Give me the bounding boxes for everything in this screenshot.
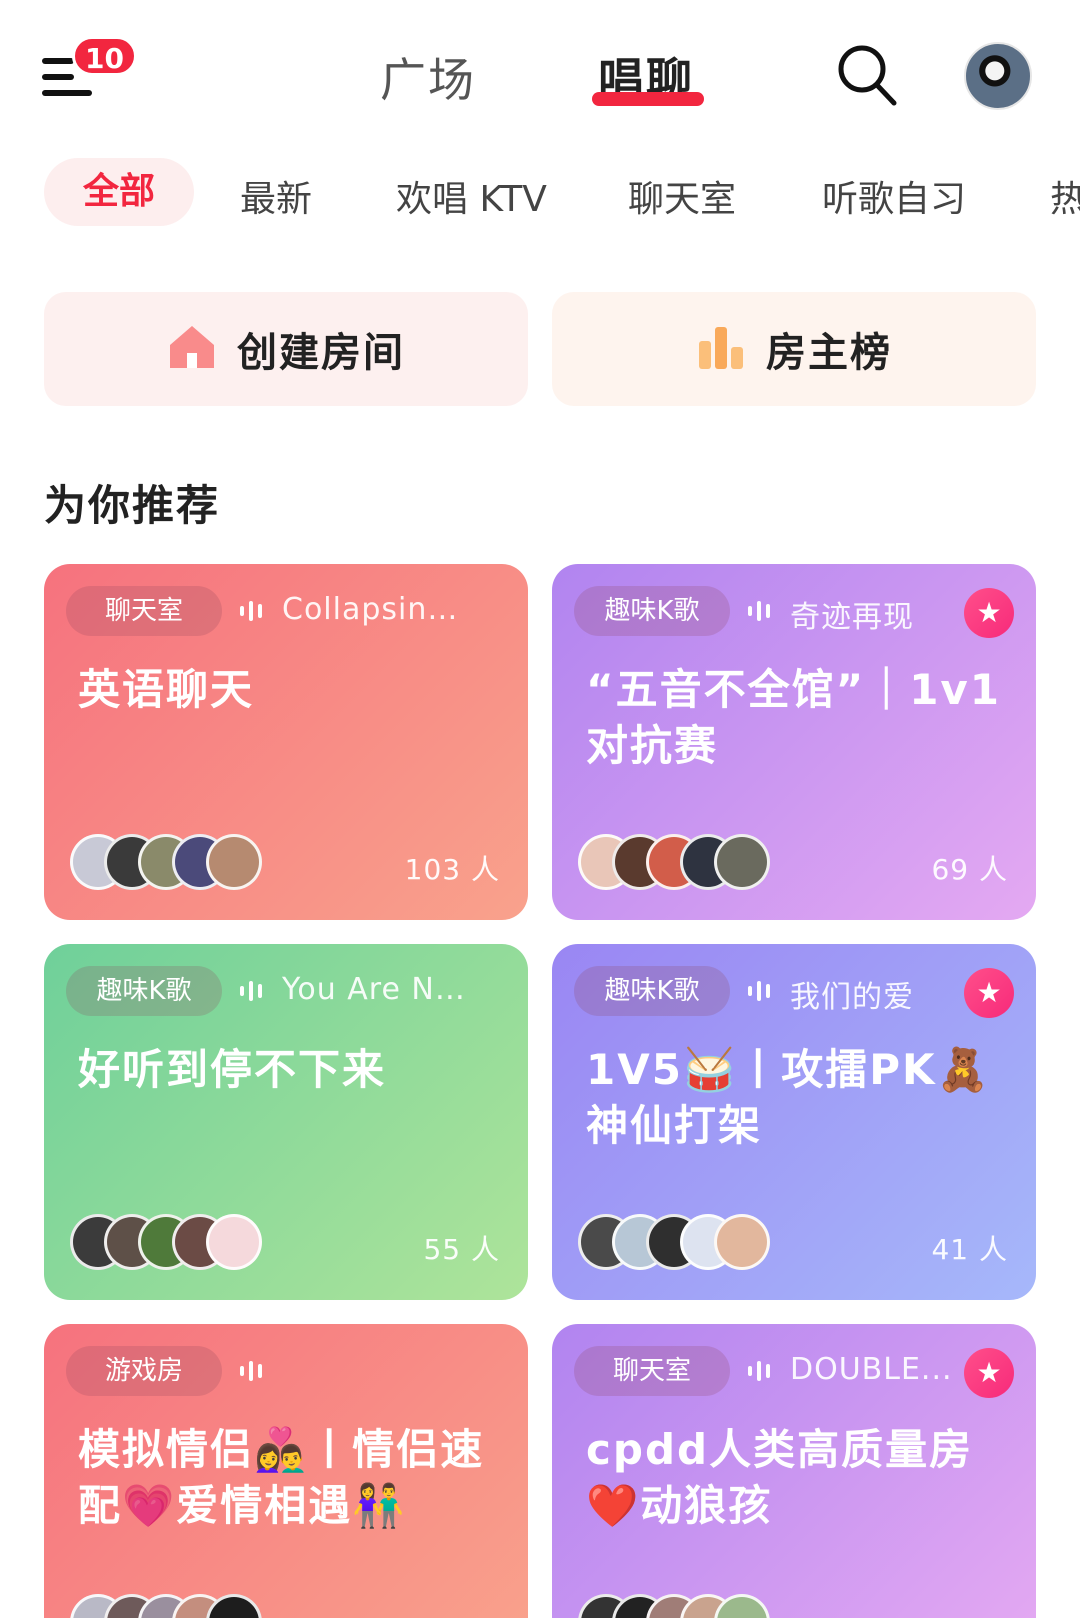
room-card[interactable]: 聊天室 DOUBLE... ★ cpdd人类高质量房❤️动狼孩: [552, 1324, 1036, 1618]
category-hot[interactable]: 热: [1050, 170, 1080, 222]
category-chatroom[interactable]: 聊天室: [628, 170, 736, 222]
room-card[interactable]: 趣味K歌 You Are Not... 好听到停不下来 55 人: [44, 944, 528, 1300]
room-tag: 趣味K歌: [574, 966, 730, 1016]
avatar[interactable]: [964, 42, 1032, 110]
menu-line: [42, 58, 74, 64]
room-card[interactable]: 趣味K歌 奇迹再现 ★ “五音不全馆”｜1v1对抗赛 69 人: [552, 564, 1036, 920]
bar-chart-icon: [696, 323, 746, 375]
audio-wave-icon: [240, 1360, 268, 1382]
create-room-label: 创建房间: [237, 330, 405, 376]
room-tag: 趣味K歌: [574, 586, 730, 636]
member-count: 69 人: [931, 853, 1008, 886]
room-tag: 趣味K歌: [66, 966, 222, 1016]
room-title: 模拟情侣👩‍❤️‍👨丨情侣速配💗爱情相遇👫: [78, 1425, 485, 1530]
audio-wave-icon: [748, 600, 776, 622]
menu-line: [42, 74, 74, 80]
room-song: 奇迹再现: [790, 600, 914, 635]
top-bar: 10 广场 唱聊: [0, 0, 1080, 140]
room-tag: 游戏房: [66, 1346, 222, 1396]
room-card[interactable]: 趣味K歌 我们的爱 ★ 1V5🥁丨攻擂PK🧸神仙打架 41 人: [552, 944, 1036, 1300]
category-study[interactable]: 听歌自习: [822, 170, 966, 222]
room-title: 1V5🥁丨攻擂PK🧸神仙打架: [586, 1045, 991, 1150]
audio-wave-icon: [240, 980, 268, 1002]
room-song: You Are Not...: [282, 972, 472, 1007]
room-song: DOUBLE...: [790, 1352, 953, 1387]
audio-wave-icon: [240, 600, 268, 622]
category-tabs: 全部 最新 欢唱 KTV 聊天室 听歌自习 热: [0, 158, 1080, 228]
star-icon[interactable]: ★: [964, 1348, 1014, 1398]
audio-wave-icon: [748, 980, 776, 1002]
member-count: 103 人: [404, 853, 500, 886]
room-song: 我们的爱: [790, 980, 914, 1015]
home-icon: [167, 323, 217, 375]
menu-line: [42, 90, 92, 96]
host-ranking-label: 房主榜: [766, 330, 892, 376]
host-ranking-button[interactable]: 房主榜: [552, 292, 1036, 406]
category-newest[interactable]: 最新: [240, 170, 312, 222]
room-tag: 聊天室: [574, 1346, 730, 1396]
member-count: 41 人: [931, 1233, 1008, 1266]
room-title: 英语聊天: [78, 665, 255, 714]
section-title: 为你推荐: [44, 481, 221, 530]
tab-square[interactable]: 广场: [380, 44, 476, 110]
create-room-button[interactable]: 创建房间: [44, 292, 528, 406]
member-count: 55 人: [423, 1233, 500, 1266]
room-title: “五音不全馆”｜1v1对抗赛: [586, 665, 1002, 770]
category-all[interactable]: 全部: [44, 158, 194, 226]
room-title: cpdd人类高质量房❤️动狼孩: [586, 1425, 974, 1530]
avatar: [714, 834, 770, 890]
room-title: 好听到停不下来: [78, 1045, 387, 1094]
active-tab-indicator: [592, 92, 704, 106]
category-ktv[interactable]: 欢唱 KTV: [396, 170, 547, 222]
star-icon[interactable]: ★: [964, 968, 1014, 1018]
notification-badge: 10: [72, 36, 137, 76]
avatar: [714, 1214, 770, 1270]
avatar: [206, 834, 262, 890]
room-card[interactable]: 游戏房 模拟情侣👩‍❤️‍👨丨情侣速配💗爱情相遇👫: [44, 1324, 528, 1618]
star-icon[interactable]: ★: [964, 588, 1014, 638]
room-card[interactable]: 聊天室 Collapsing... 英语聊天 103 人: [44, 564, 528, 920]
page: 10 广场 唱聊 全部 最新 欢唱 KTV 聊天室 听歌自习 热 创建房间 房主…: [0, 0, 1080, 1618]
avatar: [206, 1214, 262, 1270]
search-icon[interactable]: [836, 42, 898, 108]
audio-wave-icon: [748, 1360, 776, 1382]
room-tag: 聊天室: [66, 586, 222, 636]
room-song: Collapsing...: [282, 592, 472, 627]
